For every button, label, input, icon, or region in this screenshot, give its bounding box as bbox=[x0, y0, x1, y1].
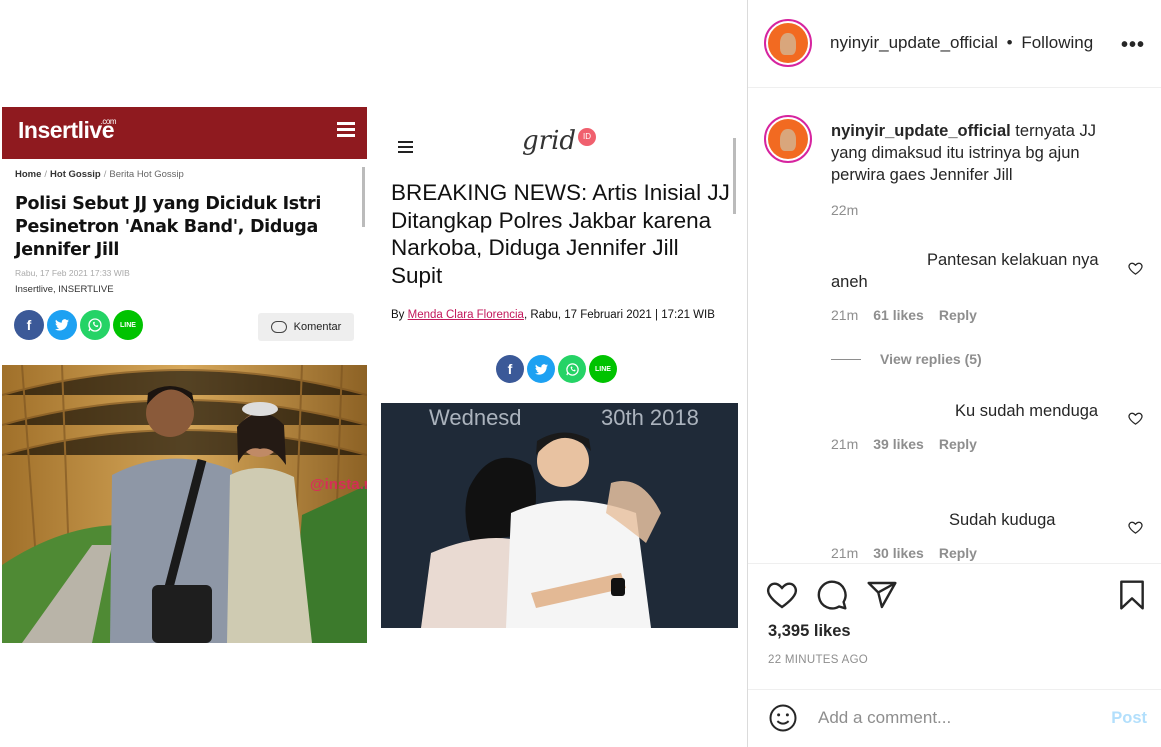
comment-bubble-icon[interactable] bbox=[816, 579, 848, 611]
comment-body: Pantesan kelakuan nya aneh bbox=[831, 251, 1099, 291]
backdrop-text-2: 30th 2018 bbox=[601, 405, 699, 430]
facebook-icon: f bbox=[14, 310, 44, 340]
byline-date: , Rabu, 17 Februari 2021 | 17:21 WIB bbox=[523, 309, 715, 321]
username-link[interactable]: nyinyir_update_official bbox=[830, 33, 998, 52]
insertlive-header: Insertlive .com bbox=[2, 107, 367, 159]
twitter-icon bbox=[527, 355, 555, 383]
comment-like-heart-icon[interactable] bbox=[1128, 520, 1143, 535]
insertlive-article-screenshot: Insertlive .com Home / Hot Gossip / Berita H… bbox=[2, 107, 367, 643]
comment-text: Sudah kuduga bbox=[831, 509, 1131, 531]
comment-likes[interactable]: 61 likes bbox=[873, 307, 924, 323]
insertlive-logo: Insertlive .com bbox=[18, 117, 117, 144]
watermark: @insta.nyinyir bbox=[310, 476, 367, 493]
comment-text: Ku sudah menduga bbox=[831, 400, 1131, 422]
author-link: Menda Clara Florencia bbox=[407, 309, 524, 321]
insertlive-logo-text: Insertlive bbox=[18, 117, 115, 143]
breadcrumb-home: Home bbox=[15, 169, 42, 180]
comment-like-heart-icon[interactable] bbox=[1128, 411, 1143, 426]
breadcrumb-section: Hot Gossip bbox=[50, 169, 101, 180]
article-photo-couple-event: Wednesd 30th 2018 bbox=[381, 403, 738, 628]
emoji-icon[interactable] bbox=[768, 703, 798, 733]
article-title: Polisi Sebut JJ yang Diciduk Istri Pesin… bbox=[15, 194, 322, 260]
twitter-icon bbox=[47, 310, 77, 340]
add-comment-input[interactable] bbox=[818, 706, 1098, 730]
comment-text: Pantesan kelakuan nya aneh bbox=[831, 249, 1131, 293]
comments-list[interactable]: nyinyir_update_official ternyata JJ yang… bbox=[748, 89, 1161, 563]
grid-logo: grid ID bbox=[522, 126, 597, 156]
save-bookmark-icon[interactable] bbox=[1116, 579, 1148, 611]
comment-likes[interactable]: 39 likes bbox=[873, 436, 924, 452]
comment-time[interactable]: 21m bbox=[831, 545, 858, 561]
scrollbar bbox=[733, 138, 736, 214]
grid-article-screenshot: grid ID BREAKING NEWS: Artis Inisial JJ D… bbox=[381, 110, 738, 630]
comment-time[interactable]: 21m bbox=[831, 436, 858, 452]
article-date: Rabu, 17 Feb 2021 17:33 WIB bbox=[15, 268, 130, 278]
post-timestamp[interactable]: 22 MINUTES AGO bbox=[768, 654, 868, 666]
post-actions: 3,395 likes 22 MINUTES AGO bbox=[748, 563, 1161, 689]
reply-button[interactable]: Reply bbox=[939, 436, 977, 452]
comment-body: Ku sudah menduga bbox=[955, 402, 1099, 420]
caption-text: nyinyir_update_official ternyata JJ yang… bbox=[831, 120, 1136, 186]
comment-meta: 21m 39 likes Reply bbox=[831, 436, 1131, 452]
view-replies-label[interactable]: View replies (5) bbox=[880, 351, 982, 367]
avatar[interactable] bbox=[764, 19, 812, 67]
comment-time[interactable]: 21m bbox=[831, 307, 858, 323]
comment-like-heart-icon[interactable] bbox=[1128, 261, 1143, 276]
line-icon: LINE bbox=[113, 310, 143, 340]
insertlive-logo-sup: .com bbox=[100, 117, 117, 126]
post-media[interactable]: Insertlive .com Home / Hot Gossip / Berita H… bbox=[0, 0, 747, 747]
breadcrumb: Home / Hot Gossip / Berita Hot Gossip bbox=[15, 169, 184, 180]
article-source: Insertlive, INSERTLIVE bbox=[15, 284, 114, 295]
facebook-icon: f bbox=[496, 355, 524, 383]
post-header: nyinyir_update_official • Following ••• bbox=[748, 0, 1161, 88]
like-heart-icon[interactable] bbox=[766, 579, 798, 611]
comment: Sudah kuduga 21m 30 likes Reply bbox=[831, 509, 1131, 561]
whatsapp-icon bbox=[558, 355, 586, 383]
share-buttons: f LINE bbox=[496, 355, 617, 383]
grid-logo-text: grid bbox=[522, 126, 577, 156]
post-sidebar: nyinyir_update_official • Following ••• … bbox=[747, 0, 1161, 747]
comment-button: Komentar bbox=[258, 313, 354, 341]
comment: Ku sudah menduga 21m 39 likes Reply bbox=[831, 400, 1131, 452]
article-byline: By Menda Clara Florencia, Rabu, 17 Febru… bbox=[391, 307, 731, 323]
article-title: BREAKING NEWS: Artis Inisial JJ Ditangka… bbox=[391, 180, 730, 288]
separator-dot: • bbox=[1006, 33, 1013, 52]
article-photo-couple-bamboo: @insta.nyinyir bbox=[2, 365, 367, 643]
caption-username[interactable]: nyinyir_update_official bbox=[831, 122, 1011, 140]
add-comment-bar: Post bbox=[748, 689, 1161, 747]
whatsapp-icon bbox=[80, 310, 110, 340]
menu-icon bbox=[398, 141, 413, 154]
scrollbar bbox=[362, 167, 365, 227]
likes-count[interactable]: 3,395 likes bbox=[768, 622, 851, 641]
share-paper-plane-icon[interactable] bbox=[866, 579, 898, 611]
reply-button[interactable]: Reply bbox=[939, 307, 977, 323]
comment-bubble-icon bbox=[270, 321, 287, 333]
following-button[interactable]: Following bbox=[1021, 33, 1093, 52]
view-replies[interactable]: View replies (5) bbox=[831, 351, 982, 367]
comment-meta: 21m 30 likes Reply bbox=[831, 545, 1131, 561]
line-icon: LINE bbox=[589, 355, 617, 383]
menu-icon bbox=[337, 122, 355, 138]
post-button[interactable]: Post bbox=[1111, 709, 1147, 728]
avatar[interactable] bbox=[764, 115, 812, 163]
reply-button[interactable]: Reply bbox=[939, 545, 977, 561]
grid-logo-badge: ID bbox=[578, 128, 597, 147]
comment-body: Sudah kuduga bbox=[949, 511, 1056, 529]
caption-time[interactable]: 22m bbox=[831, 202, 858, 218]
comment-button-label: Komentar bbox=[293, 321, 342, 333]
comment-meta: 21m 61 likes Reply bbox=[831, 307, 1131, 323]
comment-likes[interactable]: 30 likes bbox=[873, 545, 924, 561]
backdrop-text: Wednesd bbox=[429, 405, 522, 430]
more-options-icon[interactable]: ••• bbox=[1121, 34, 1145, 57]
comment: Pantesan kelakuan nya aneh 21m 61 likes … bbox=[831, 249, 1131, 323]
share-buttons: f LINE bbox=[14, 310, 143, 340]
breadcrumb-sub: Berita Hot Gossip bbox=[109, 169, 184, 180]
post-header-user: nyinyir_update_official • Following bbox=[830, 33, 1093, 53]
byline-prefix: By bbox=[391, 309, 408, 321]
